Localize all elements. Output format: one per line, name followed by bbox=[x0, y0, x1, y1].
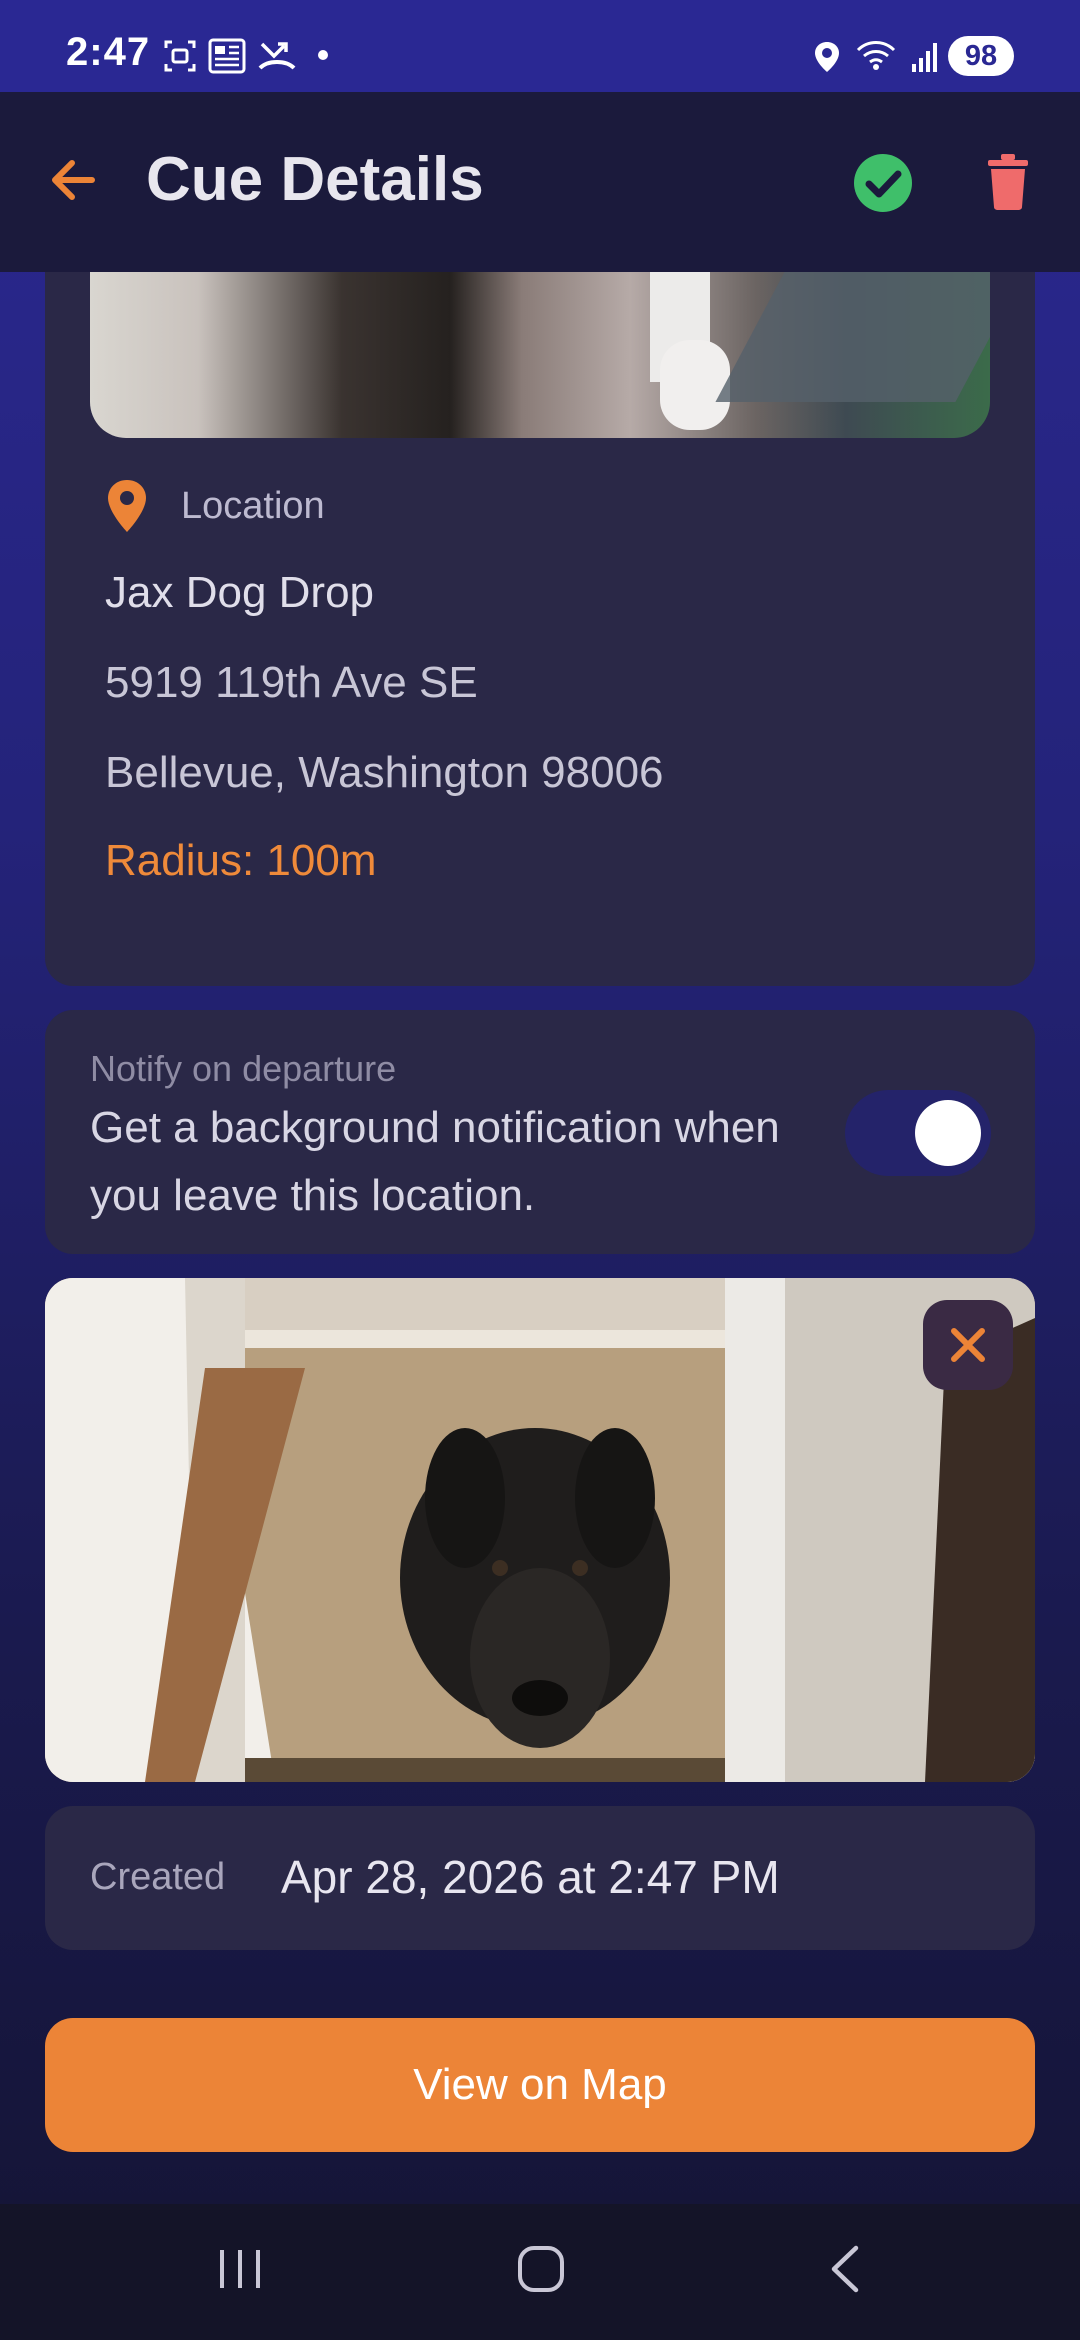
created-label: Created bbox=[90, 1856, 226, 1898]
location-city: Bellevue, Washington 98006 bbox=[105, 748, 664, 797]
battery-level: 98 bbox=[948, 36, 1014, 76]
dot-icon bbox=[318, 50, 328, 60]
toggle-knob bbox=[915, 1100, 981, 1166]
view-on-map-button[interactable]: View on Map bbox=[45, 2018, 1035, 2152]
photo-detail bbox=[660, 340, 730, 430]
wifi-icon bbox=[856, 41, 896, 70]
signal-icon bbox=[912, 43, 937, 72]
created-card: Created Apr 28, 2026 at 2:47 PM bbox=[45, 1806, 1035, 1950]
close-icon bbox=[951, 1328, 985, 1362]
location-card: Location Jax Dog Drop 5919 119th Ave SE … bbox=[45, 272, 1035, 986]
photo-detail bbox=[715, 272, 990, 402]
app-bar: Cue Details bbox=[0, 92, 1080, 272]
home-icon[interactable] bbox=[516, 2244, 566, 2294]
missed-call-icon bbox=[258, 42, 296, 70]
system-nav-bar bbox=[0, 2204, 1080, 2340]
news-icon bbox=[208, 38, 246, 74]
created-value: Apr 28, 2026 at 2:47 PM bbox=[281, 1851, 780, 1903]
notify-toggle[interactable] bbox=[845, 1090, 991, 1176]
notify-card: Notify on departure Get a background not… bbox=[45, 1010, 1035, 1254]
location-name: Jax Dog Drop bbox=[105, 568, 375, 617]
recents-icon[interactable] bbox=[216, 2244, 264, 2294]
location-label: Location bbox=[181, 484, 325, 527]
location-street: 5919 119th Ave SE bbox=[105, 658, 478, 707]
trash-icon[interactable] bbox=[986, 154, 1030, 210]
cue-photo bbox=[45, 1278, 1035, 1782]
location-icon bbox=[815, 42, 839, 72]
page-title: Cue Details bbox=[146, 145, 484, 214]
location-pin-icon bbox=[108, 480, 146, 532]
notify-caption: Notify on departure bbox=[90, 1048, 397, 1089]
location-header: Location bbox=[105, 478, 325, 534]
content-scroll[interactable]: Location Jax Dog Drop 5919 119th Ave SE … bbox=[0, 272, 1080, 2204]
remove-photo-button[interactable] bbox=[923, 1300, 1013, 1390]
screenshot-icon bbox=[164, 40, 196, 72]
status-time: 2:47 bbox=[66, 30, 151, 74]
back-icon[interactable] bbox=[824, 2244, 864, 2294]
status-bar: 2:47 98 bbox=[0, 0, 1080, 92]
cue-photo-top bbox=[90, 272, 990, 438]
check-circle-icon[interactable] bbox=[852, 152, 914, 214]
arrow-left-icon[interactable] bbox=[44, 150, 104, 210]
notify-description: Get a background notification when you l… bbox=[90, 1103, 780, 1220]
dog-photo bbox=[45, 1278, 1035, 1782]
location-radius: Radius: 100m bbox=[105, 836, 377, 885]
